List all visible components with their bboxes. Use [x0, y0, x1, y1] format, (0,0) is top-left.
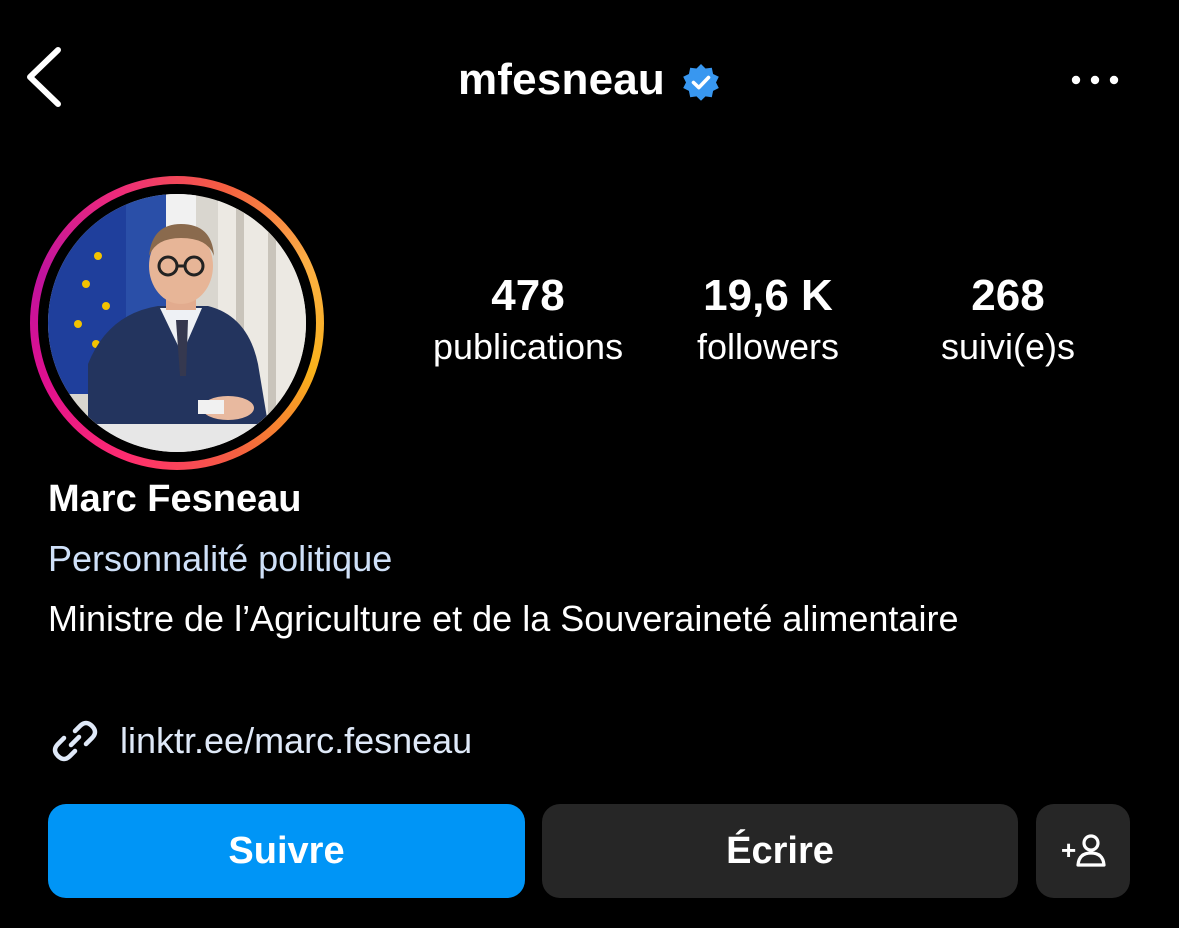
- stat-value: 19,6 K: [703, 271, 833, 320]
- display-name: Marc Fesneau: [48, 478, 302, 520]
- username: mfesneau: [457, 55, 665, 104]
- more-options-button[interactable]: [1068, 60, 1124, 100]
- more-horizontal-icon: [1071, 75, 1119, 85]
- svg-text:+: +: [1061, 835, 1076, 865]
- link-icon: [52, 720, 98, 762]
- stat-followers[interactable]: 19,6 K followers: [648, 270, 888, 372]
- verified-badge-icon: [683, 64, 719, 101]
- link-text[interactable]: linktr.ee/marc.fesneau: [120, 720, 472, 762]
- stat-label: publications: [432, 326, 624, 367]
- stat-label: suivi(e)s: [940, 326, 1075, 367]
- stat-value: 268: [971, 271, 1045, 320]
- stat-value: 478: [491, 271, 565, 320]
- profile-category: Personnalité politique: [48, 538, 393, 579]
- avatar-photo: [48, 194, 306, 452]
- stat-publications[interactable]: 478 publications: [408, 270, 648, 372]
- avatar[interactable]: [48, 194, 306, 452]
- stat-label: followers: [696, 326, 840, 367]
- stat-following[interactable]: 268 suivi(e)s: [888, 270, 1128, 372]
- profile-link[interactable]: linktr.ee/marc.fesneau: [48, 714, 472, 768]
- follow-button[interactable]: Suivre: [48, 804, 525, 898]
- header-title: mfesneau: [0, 50, 1179, 110]
- suggest-accounts-button[interactable]: +: [1036, 804, 1130, 898]
- add-person-icon: +: [1061, 834, 1106, 867]
- profile-bio: Ministre de l’Agriculture et de la Souve…: [48, 598, 959, 639]
- message-button[interactable]: Écrire: [542, 804, 1018, 898]
